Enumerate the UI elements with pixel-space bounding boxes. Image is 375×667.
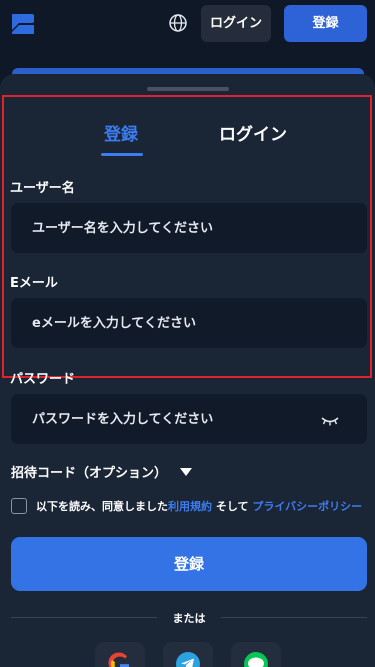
- telegram-icon: [176, 652, 200, 667]
- caret-down-icon: [180, 467, 193, 476]
- or-label: または: [172, 612, 206, 625]
- sheet-drag-handle[interactable]: [147, 87, 229, 91]
- google-icon: [108, 652, 130, 667]
- top-nav: ログイン 登録: [0, 0, 375, 48]
- register-submit-button[interactable]: 登録: [11, 537, 367, 591]
- terms-link[interactable]: 利用規約: [168, 498, 212, 514]
- divider-line: [221, 617, 367, 618]
- logo-icon[interactable]: [10, 10, 36, 36]
- username-input[interactable]: [11, 203, 367, 253]
- line-icon: [244, 652, 268, 667]
- google-login-button[interactable]: [95, 642, 145, 667]
- agree-connector: そして: [212, 500, 253, 513]
- invite-code-toggle[interactable]: 招待コード（オプション）: [11, 462, 193, 481]
- header-login-button[interactable]: ログイン: [201, 5, 271, 42]
- globe-icon[interactable]: [168, 13, 188, 33]
- invite-code-label: 招待コード（オプション）: [11, 466, 168, 481]
- agree-text: 以下を読み、同意しました: [36, 500, 168, 513]
- agree-checkbox[interactable]: [11, 498, 27, 514]
- username-label: ユーザー名: [10, 181, 75, 196]
- email-label: Eメール: [10, 276, 58, 291]
- or-divider: または: [11, 610, 367, 625]
- header-register-button[interactable]: 登録: [284, 5, 367, 42]
- telegram-login-button[interactable]: [163, 642, 213, 667]
- email-input[interactable]: [11, 298, 367, 348]
- eye-closed-icon[interactable]: [320, 414, 340, 428]
- password-label: パスワード: [10, 372, 76, 387]
- line-login-button[interactable]: [231, 642, 281, 667]
- privacy-link[interactable]: プライバシーポリシー: [252, 498, 362, 514]
- password-input[interactable]: [11, 394, 367, 444]
- terms-agreement: 以下を読み、同意しました 利用規約 そして プライバシーポリシー: [11, 498, 362, 514]
